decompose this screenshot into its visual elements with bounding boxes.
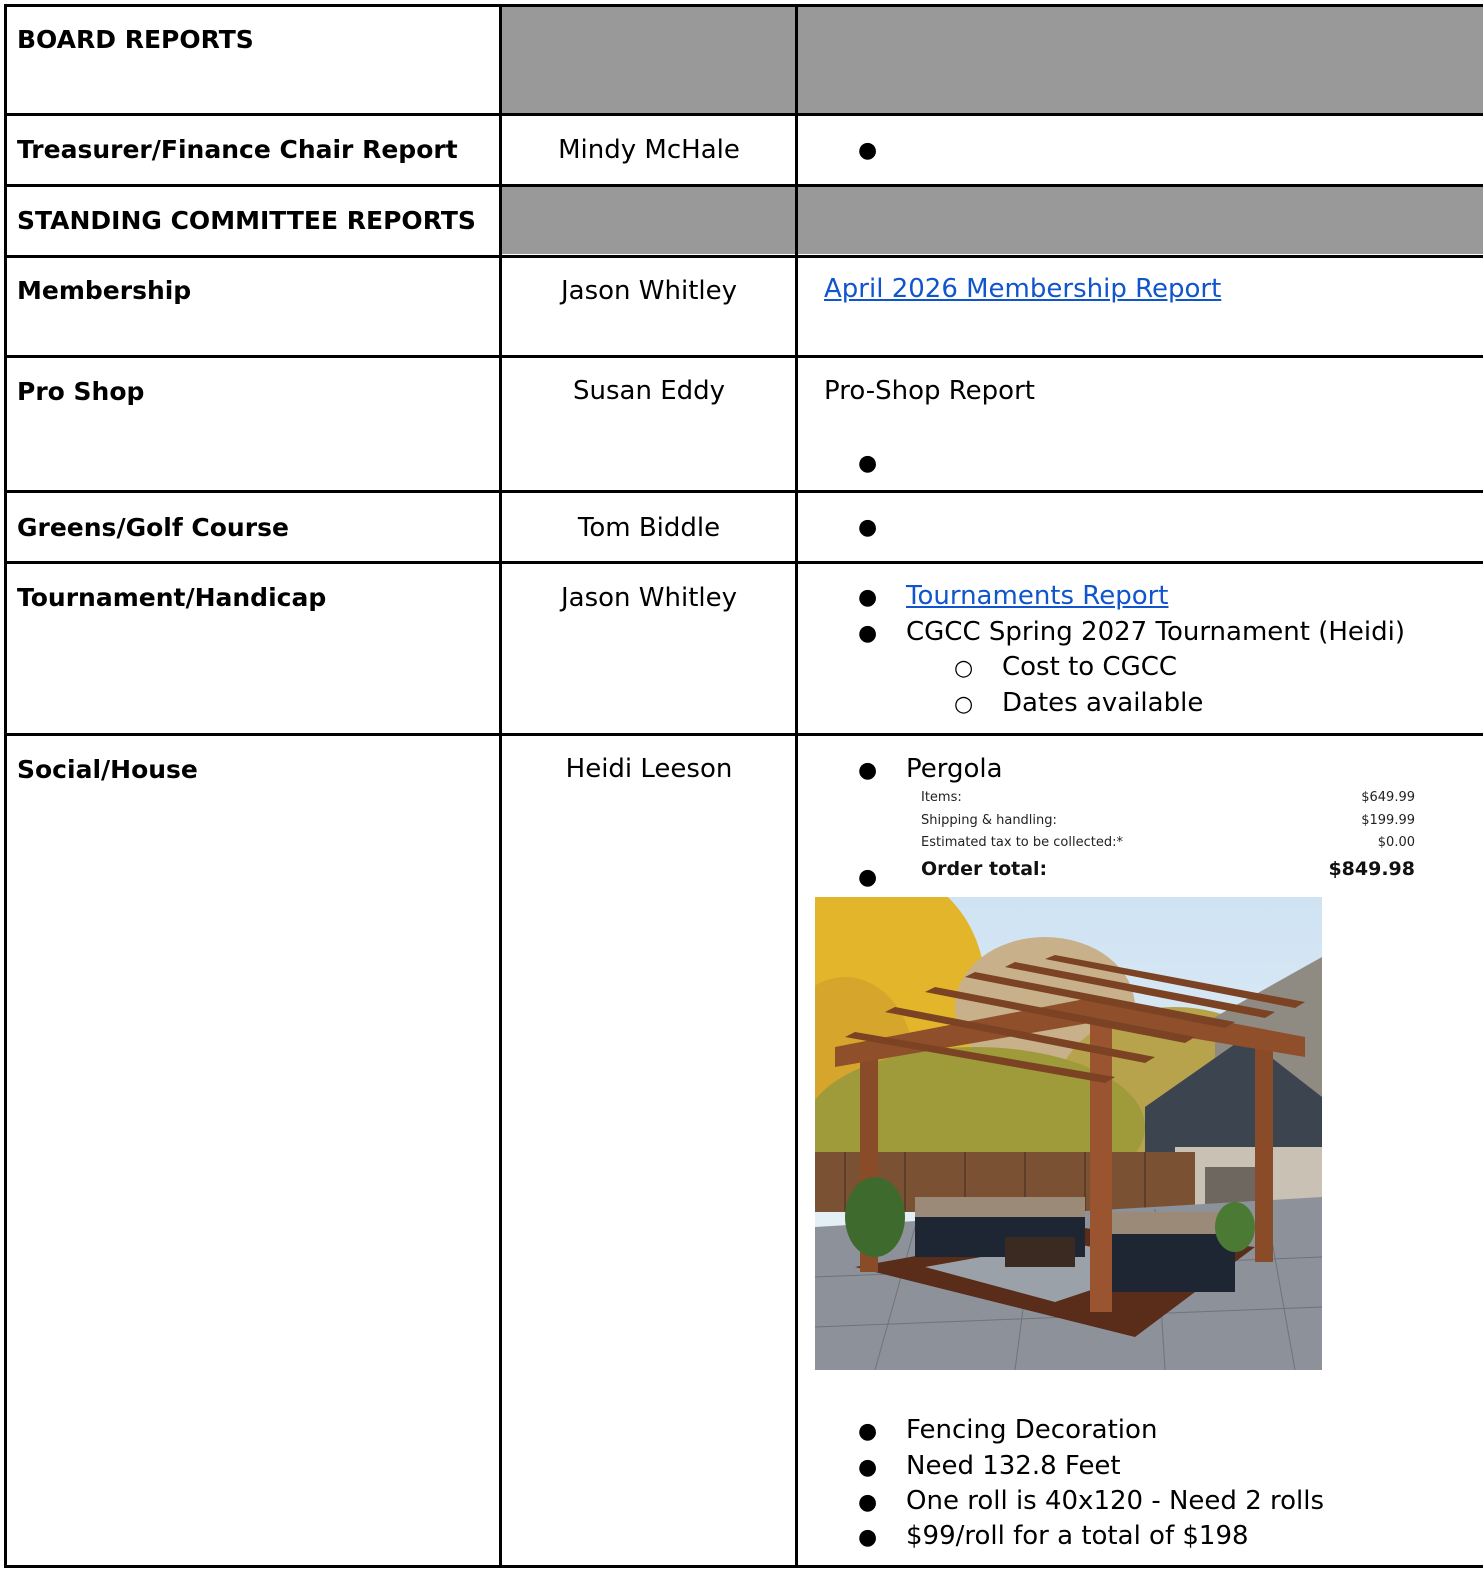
order-items-label: Items: [921, 790, 962, 805]
membership-report-link[interactable]: April 2026 Membership Report [824, 274, 1221, 304]
bullet-icon: ● [858, 585, 878, 610]
row-label-greens: Greens/Golf Course [17, 513, 289, 542]
bullet-icon: ● [858, 451, 878, 476]
row-label-pro-shop: Pro Shop [17, 377, 145, 406]
order-items-row: Items: $649.99 [921, 790, 1415, 805]
row-border [4, 113, 1483, 116]
person-treasurer: Mindy McHale [558, 135, 740, 165]
person-greens: Tom Biddle [577, 513, 721, 543]
row-border [4, 4, 1483, 7]
order-total-label: Order total: [921, 858, 1048, 880]
row-border [4, 561, 1483, 564]
order-shipping-label: Shipping & handling: [921, 813, 1057, 828]
social-item-roll: One roll is 40x120 - Need 2 rolls [906, 1486, 1325, 1516]
circle-bullet-icon: ○ [954, 656, 974, 681]
row-border [4, 490, 1483, 493]
row-label-membership: Membership [17, 276, 192, 305]
social-item-pergola: Pergola [906, 754, 1003, 784]
person-pro-shop: Susan Eddy [572, 376, 726, 406]
bullet-icon: ● [858, 138, 878, 163]
bullet-icon: ● [858, 621, 878, 646]
order-total-value: $849.98 [1328, 858, 1415, 880]
bullet-icon: ● [858, 1455, 878, 1480]
bullet-icon: ● [858, 865, 878, 890]
order-tax-row: Estimated tax to be collected:* $0.00 [921, 835, 1415, 850]
row-border [4, 184, 1483, 187]
order-summary: Items: $649.99 Shipping & handling: $199… [921, 790, 1415, 885]
column-border [795, 4, 798, 1568]
tournament-sub-dates: Dates available [1002, 688, 1204, 718]
column-border [4, 4, 7, 1568]
row-border [4, 255, 1483, 258]
order-shipping-row: Shipping & handling: $199.99 [921, 813, 1415, 828]
tournament-item-spring: CGCC Spring 2027 Tournament (Heidi) [906, 617, 1406, 647]
person-membership: Jason Whitley [560, 276, 737, 306]
column-border [499, 4, 502, 1568]
board-reports-gray-cell-2 [798, 6, 1483, 113]
social-item-feet: Need 132.8 Feet [906, 1451, 1121, 1481]
bullet-icon: ● [858, 515, 878, 540]
person-tournament: Jason Whitley [560, 583, 737, 613]
pro-shop-report-text: Pro-Shop Report [824, 376, 1035, 406]
order-shipping-value: $199.99 [1361, 813, 1415, 828]
row-label-tournament: Tournament/Handicap [17, 583, 327, 612]
row-border [4, 1565, 1483, 1568]
pergola-photo [815, 897, 1322, 1370]
row-border [4, 733, 1483, 736]
order-tax-value: $0.00 [1377, 835, 1415, 850]
tournament-sub-cost: Cost to CGCC [1002, 652, 1178, 682]
order-tax-label: Estimated tax to be collected:* [921, 835, 1123, 850]
section-title-standing-committee: STANDING COMMITTEE REPORTS [17, 206, 476, 235]
circle-bullet-icon: ○ [954, 692, 974, 717]
order-items-value: $649.99 [1361, 790, 1415, 805]
bullet-icon: ● [858, 1490, 878, 1515]
section-title-board-reports: BOARD REPORTS [17, 25, 254, 54]
board-reports-gray-cell-1 [502, 6, 796, 113]
bullet-icon: ● [858, 1525, 878, 1550]
person-social-house: Heidi Leeson [565, 754, 733, 784]
tournaments-report-link[interactable]: Tournaments Report [906, 581, 1169, 611]
social-item-cost: $99/roll for a total of $198 [906, 1521, 1249, 1551]
bullet-icon: ● [858, 1419, 878, 1444]
standing-gray-cell-2 [798, 186, 1483, 254]
order-total-row: Order total: $849.98 [921, 858, 1415, 880]
row-label-treasurer: Treasurer/Finance Chair Report [17, 135, 458, 164]
row-label-social-house: Social/House [17, 755, 198, 784]
social-item-fencing: Fencing Decoration [906, 1415, 1158, 1445]
row-border [4, 355, 1483, 358]
standing-gray-cell-1 [502, 186, 796, 254]
bullet-icon: ● [858, 758, 878, 783]
